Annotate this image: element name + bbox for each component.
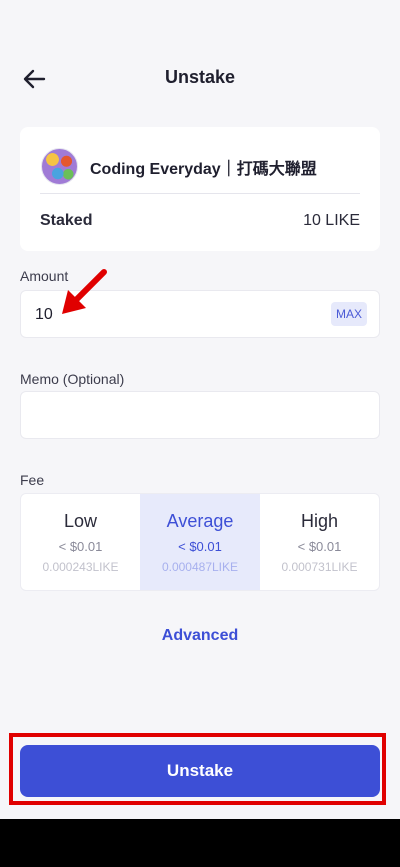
- staked-label: Staked: [40, 212, 93, 229]
- fee-option-usd: < $0.01: [178, 539, 222, 554]
- header: Unstake: [0, 55, 400, 103]
- memo-label: Memo (Optional): [20, 371, 125, 387]
- fee-option-high[interactable]: High < $0.01 0.000731LIKE: [260, 494, 379, 590]
- fee-option-like: 0.000487LIKE: [161, 560, 239, 574]
- validator-card: Coding Everyday｜打碼大聯盟 Staked 10 LIKE: [20, 127, 380, 251]
- fee-option-low[interactable]: Low < $0.01 0.000243LIKE: [21, 494, 140, 590]
- memo-field: [20, 391, 380, 439]
- annotation-highlight-box: [9, 733, 386, 805]
- fee-option-like: 0.000731LIKE: [281, 560, 358, 574]
- memo-input[interactable]: [33, 402, 367, 430]
- fee-label: Fee: [20, 472, 45, 488]
- fee-option-name: Average: [166, 511, 234, 531]
- fee-option-name: Low: [63, 511, 98, 531]
- divider: [40, 193, 360, 194]
- staked-value: 10 LIKE: [303, 212, 360, 229]
- page-title: Unstake: [164, 67, 236, 87]
- fee-option-average[interactable]: Average < $0.01 0.000487LIKE: [140, 494, 260, 590]
- max-button[interactable]: MAX: [331, 302, 367, 326]
- fee-option-name: High: [300, 511, 339, 531]
- advanced-link[interactable]: Advanced: [0, 627, 400, 645]
- fee-option-usd: < $0.01: [58, 539, 103, 554]
- fee-option-usd: < $0.01: [297, 539, 342, 554]
- system-nav-bar: [0, 819, 400, 867]
- validator-name: Coding Everyday｜打碼大聯盟: [90, 161, 317, 178]
- annotation-arrow-icon: [62, 269, 107, 314]
- fee-selector: Low < $0.01 0.000243LIKE Average < $0.01…: [20, 493, 380, 591]
- fee-option-like: 0.000243LIKE: [42, 560, 119, 574]
- validator-avatar: [41, 148, 78, 185]
